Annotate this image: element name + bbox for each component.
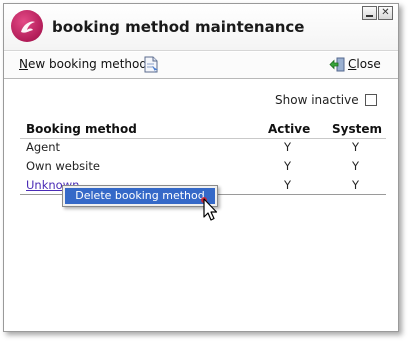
- show-inactive-label: Show inactive: [275, 93, 359, 107]
- new-label-accel: N: [19, 57, 28, 71]
- window-title: booking method maintenance: [52, 18, 305, 36]
- table-header: Booking method Active System: [20, 121, 386, 139]
- booking-method-cell: Own website: [26, 159, 100, 173]
- column-header-booking-method[interactable]: Booking method: [26, 122, 137, 136]
- new-document-icon[interactable]: [143, 56, 159, 73]
- close-button[interactable]: Close: [348, 57, 381, 71]
- system-cell: Y: [352, 159, 360, 173]
- booking-method-cell: Agent: [26, 140, 61, 154]
- close-label: lose: [356, 57, 381, 71]
- system-cell: Y: [352, 140, 360, 154]
- title-bar: booking method maintenance ✕: [4, 4, 398, 51]
- new-label: ew booking method: [27, 57, 147, 71]
- table-row[interactable]: Own website Y Y: [20, 157, 386, 175]
- app-logo-icon: [11, 10, 43, 42]
- active-cell: Y: [284, 159, 292, 173]
- table-row[interactable]: Agent Y Y: [20, 138, 386, 156]
- toolbar: New booking method Close: [4, 52, 398, 79]
- mouse-pointer-icon: [201, 197, 218, 221]
- column-header-system[interactable]: System: [332, 122, 382, 136]
- booking-method-window: booking method maintenance ✕ New booking…: [3, 3, 399, 332]
- minimize-button[interactable]: [362, 6, 377, 20]
- active-cell: Y: [284, 178, 292, 192]
- show-inactive-checkbox[interactable]: [365, 94, 377, 106]
- active-cell: Y: [284, 140, 292, 154]
- exit-door-icon[interactable]: [329, 57, 345, 72]
- delete-booking-method-menu-item[interactable]: Delete booking method: [65, 188, 215, 204]
- new-booking-method-button[interactable]: New booking method: [19, 57, 147, 71]
- context-menu: Delete booking method: [62, 185, 218, 207]
- column-header-active[interactable]: Active: [268, 122, 310, 136]
- window-close-button[interactable]: ✕: [378, 6, 393, 20]
- system-cell: Y: [352, 178, 360, 192]
